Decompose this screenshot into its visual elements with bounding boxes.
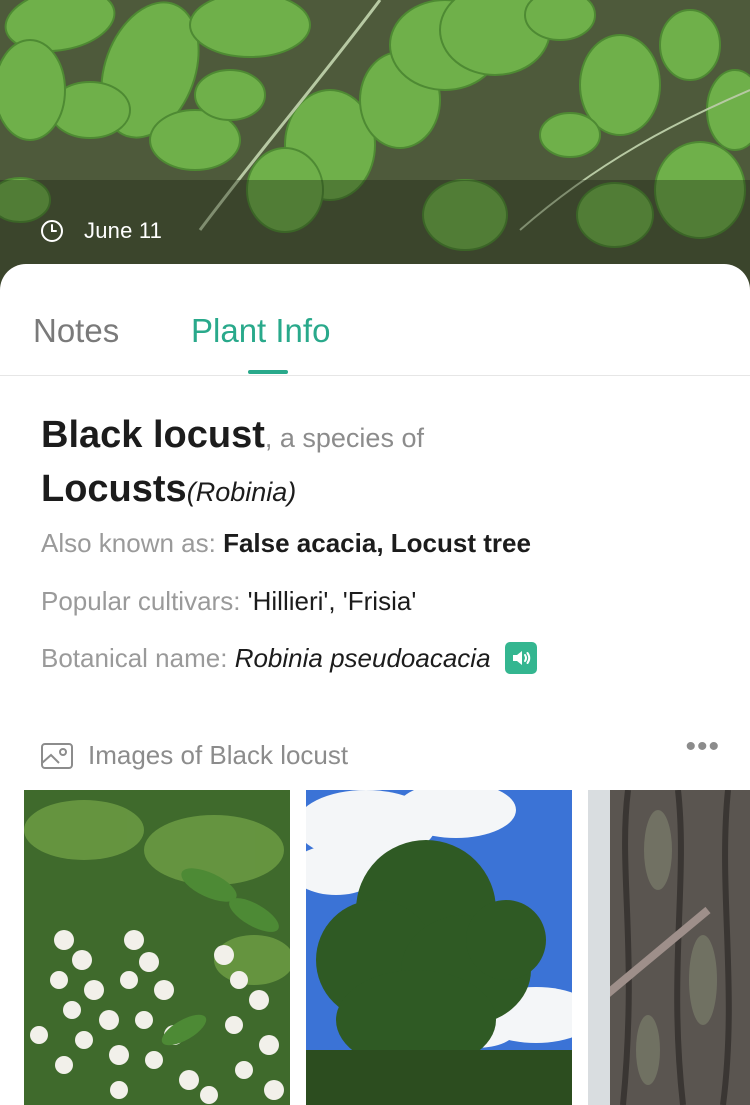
plant-photo-header[interactable]: June 11 [0, 0, 750, 300]
bark-closeup-photo [588, 790, 750, 1105]
plant-title: Black locust, a species of Locusts(Robin… [41, 412, 720, 520]
tab-notes[interactable]: Notes [33, 312, 119, 350]
gallery-image[interactable] [306, 790, 572, 1105]
common-name: Black locust [41, 414, 265, 456]
tab-bar: Notes Plant Info [0, 264, 750, 376]
image-icon [41, 742, 73, 769]
pronounce-button[interactable] [504, 642, 537, 674]
capture-date: June 11 [40, 218, 162, 244]
gallery-image[interactable] [588, 790, 750, 1105]
botanical-name-row: Botanical name: Robinia pseudoacacia [41, 642, 537, 674]
speaker-icon [512, 651, 530, 665]
genus-name[interactable]: Locusts [41, 468, 187, 510]
botanical-name-value: Robinia pseudoacacia [234, 642, 491, 673]
active-tab-indicator [248, 370, 288, 374]
also-known-as-label: Also known as: [41, 528, 224, 558]
also-known-as-row: Also known as: False acacia, Locust tree [41, 528, 531, 559]
white-flower-clusters-photo [24, 790, 290, 1105]
images-section-header: Images of Black locust ••• [40, 730, 720, 771]
image-gallery[interactable] [24, 790, 750, 1105]
plant-info-sheet: Notes Plant Info Black locust, a species… [0, 264, 750, 1105]
images-section-title: Images of Black locust [88, 740, 349, 770]
cultivars-label: Popular cultivars: [41, 586, 248, 616]
clock-icon [41, 220, 63, 242]
gallery-image[interactable] [24, 790, 290, 1105]
more-options-button[interactable]: ••• [685, 730, 720, 764]
also-known-as-value: False acacia, Locust tree [223, 528, 531, 558]
plant-leaves-photo [0, 0, 750, 300]
botanical-name-label: Botanical name: [41, 642, 228, 673]
tab-plant-info[interactable]: Plant Info [191, 312, 330, 350]
cultivars-row: Popular cultivars: 'Hillieri', 'Frisia' [41, 586, 416, 617]
capture-date-text: June 11 [84, 218, 163, 243]
cultivars-value: 'Hillieri', 'Frisia' [247, 586, 417, 616]
tree-against-sky-photo [306, 790, 572, 1105]
species-of-text: , a species of [264, 423, 424, 453]
genus-latin-name: (Robinia) [186, 477, 297, 507]
